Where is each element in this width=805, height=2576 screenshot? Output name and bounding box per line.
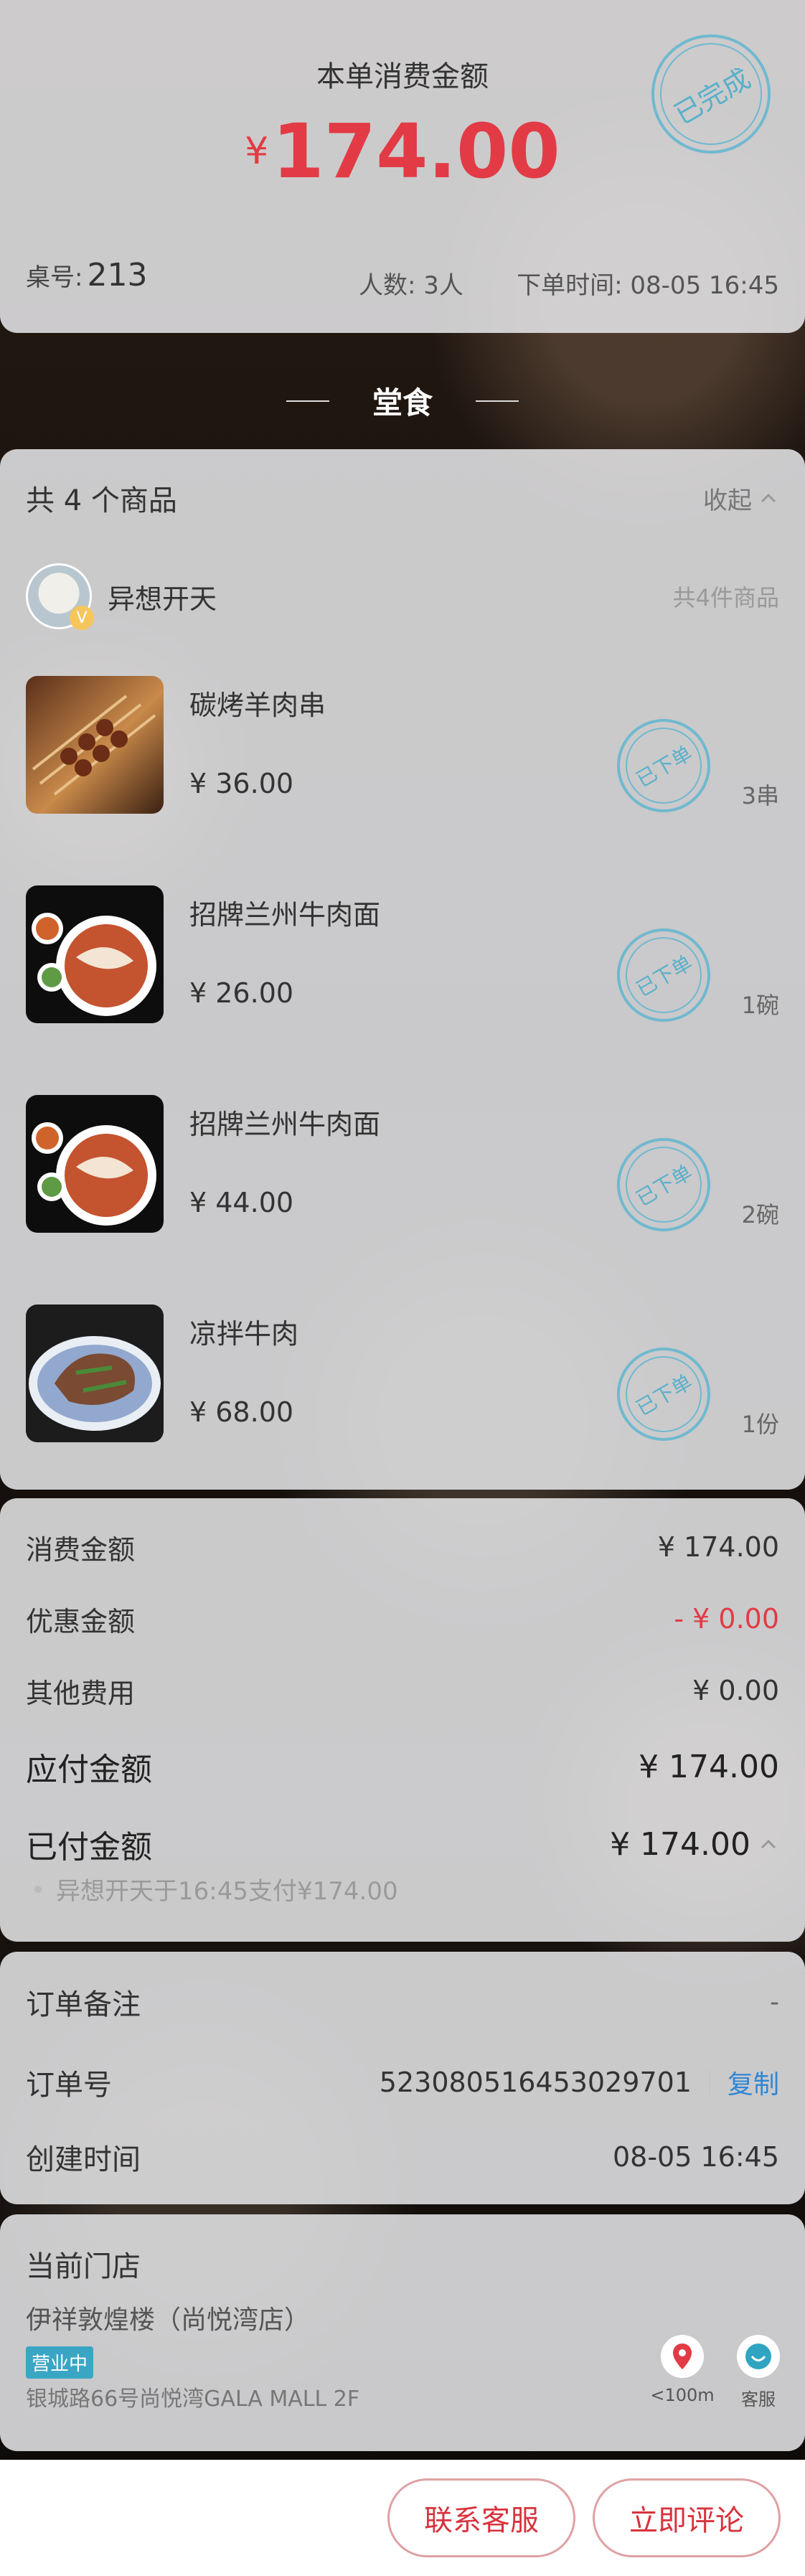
discount-label: 优惠金额 — [26, 1605, 136, 1637]
chevron-up-icon — [761, 493, 776, 503]
header-card: 本单消费金额 ¥ 174.00 已完成 桌号: 213 人数: 3人 下单时间:… — [0, 0, 805, 333]
consume-value: ¥ 174.00 — [657, 1531, 779, 1563]
remark-label: 订单备注 — [26, 1988, 141, 2021]
location-button[interactable]: <100m — [650, 2335, 715, 2405]
order-info-card: 订单备注 - 订单号 523080516453029701 复制 创建时间 08… — [0, 1952, 805, 2204]
items-card: 共 4 个商品 收起 V 异想开天 共4件商品 碳烤羊肉串 ¥ 36.00 已下… — [0, 449, 805, 1490]
customer-service-icon — [737, 2335, 780, 2378]
collapse-toggle[interactable]: 收起 — [703, 481, 779, 516]
order-number: 523080516453029701 — [379, 2067, 692, 2098]
dine-mode: 堂食 — [0, 379, 805, 423]
store-section-title: 当前门店 — [26, 2250, 141, 2283]
chevron-up-icon — [761, 1839, 776, 1849]
ordered-stamp: 已下单 — [600, 702, 728, 829]
paid-toggle[interactable]: ¥ 174.00 — [610, 1826, 779, 1863]
item-count-label: 共 4 个商品 — [26, 484, 177, 517]
payable-label: 应付金额 — [26, 1752, 152, 1788]
payable-value: ¥ 174.00 — [639, 1748, 779, 1785]
order-time: 下单时间: 08-05 16:45 — [517, 271, 779, 300]
item-image — [26, 1095, 164, 1233]
discount-value: - ¥ 0.00 — [674, 1603, 779, 1635]
created-time-label: 创建时间 — [26, 2143, 141, 2176]
status-badge: 营业中 — [26, 2346, 94, 2379]
service-button[interactable]: 客服 — [726, 2335, 791, 2410]
item-image — [26, 676, 164, 814]
table-info: 桌号: 213 — [26, 257, 147, 293]
item-price: ¥ 68.00 — [189, 1396, 294, 1428]
paid-note: 异想开天于16:45支付¥174.00 — [34, 1871, 398, 1907]
order-number-label: 订单号 — [26, 2069, 112, 2102]
divider-left — [286, 400, 329, 402]
divider — [26, 633, 779, 634]
divider-right — [476, 400, 519, 402]
summary-card: 消费金额 ¥ 174.00 优惠金额 - ¥ 0.00 其他费用 ¥ 0.00 … — [0, 1498, 805, 1942]
item-quantity: 3串 — [741, 782, 779, 809]
item-name: 碳烤羊肉串 — [189, 690, 326, 721]
list-item[interactable]: 招牌兰州牛肉面 ¥ 44.00 已下单 2碗 — [26, 1095, 779, 1249]
item-image — [26, 1305, 164, 1442]
store-name[interactable]: 伊祥敦煌楼（尚悦湾店） — [26, 2299, 310, 2336]
service-label: 客服 — [741, 2389, 776, 2410]
people-count: 人数: 3人 — [359, 271, 463, 300]
write-review-button[interactable]: 立即评论 — [593, 2478, 781, 2557]
remark-value: - — [770, 1987, 779, 2017]
store-distance: <100m — [650, 2385, 715, 2405]
bullet-icon — [34, 1885, 42, 1893]
dine-mode-label: 堂食 — [372, 385, 433, 420]
other-fee-value: ¥ 0.00 — [692, 1675, 779, 1706]
item-price: ¥ 36.00 — [189, 768, 294, 799]
merchant-item-count: 共4件商品 — [672, 584, 779, 611]
currency-symbol: ¥ — [245, 130, 269, 173]
item-price: ¥ 44.00 — [189, 1187, 294, 1218]
table-number: 213 — [87, 257, 148, 293]
separator — [708, 2070, 710, 2095]
divider — [26, 548, 779, 550]
item-image — [26, 885, 164, 1023]
paid-label: 已付金额 — [26, 1829, 152, 1866]
item-quantity: 1份 — [741, 1411, 779, 1438]
table-label: 桌号: — [26, 263, 83, 292]
merchant-name: 异想开天 — [108, 583, 217, 615]
consume-label: 消费金额 — [26, 1533, 136, 1566]
item-quantity: 1碗 — [741, 992, 779, 1019]
ordered-stamp: 已下单 — [600, 1121, 728, 1249]
list-item[interactable]: 碳烤羊肉串 ¥ 36.00 已下单 3串 — [26, 676, 779, 829]
contact-service-button[interactable]: 联系客服 — [387, 2478, 575, 2557]
list-item[interactable]: 凉拌牛肉 ¥ 68.00 已下单 1份 — [26, 1305, 779, 1458]
order-number-group: 523080516453029701 复制 — [380, 2064, 779, 2101]
created-time-value: 08-05 16:45 — [612, 2141, 779, 2173]
store-address: 银城路66号尚悦湾GALA MALL 2F — [26, 2387, 360, 2412]
amount-value: 174.00 — [272, 108, 560, 195]
verified-badge-icon: V — [70, 606, 94, 630]
item-name: 招牌兰州牛肉面 — [189, 899, 381, 931]
item-name: 招牌兰州牛肉面 — [189, 1109, 381, 1140]
item-price: ¥ 26.00 — [189, 977, 294, 1009]
location-pin-icon — [661, 2335, 704, 2378]
paid-value: ¥ 174.00 — [610, 1825, 750, 1863]
other-fee-label: 其他费用 — [26, 1677, 136, 1709]
store-card: 当前门店 伊祥敦煌楼（尚悦湾店） 营业中 银城路66号尚悦湾GALA MALL … — [0, 2214, 805, 2451]
list-item[interactable]: 招牌兰州牛肉面 ¥ 26.00 已下单 1碗 — [26, 885, 779, 1039]
merchant-avatar: V — [26, 563, 94, 630]
item-quantity: 2碗 — [741, 1201, 779, 1228]
copy-button[interactable]: 复制 — [728, 2064, 779, 2101]
ordered-stamp: 已下单 — [600, 1330, 728, 1458]
item-name: 凉拌牛肉 — [189, 1318, 299, 1350]
ordered-stamp: 已下单 — [600, 911, 728, 1039]
